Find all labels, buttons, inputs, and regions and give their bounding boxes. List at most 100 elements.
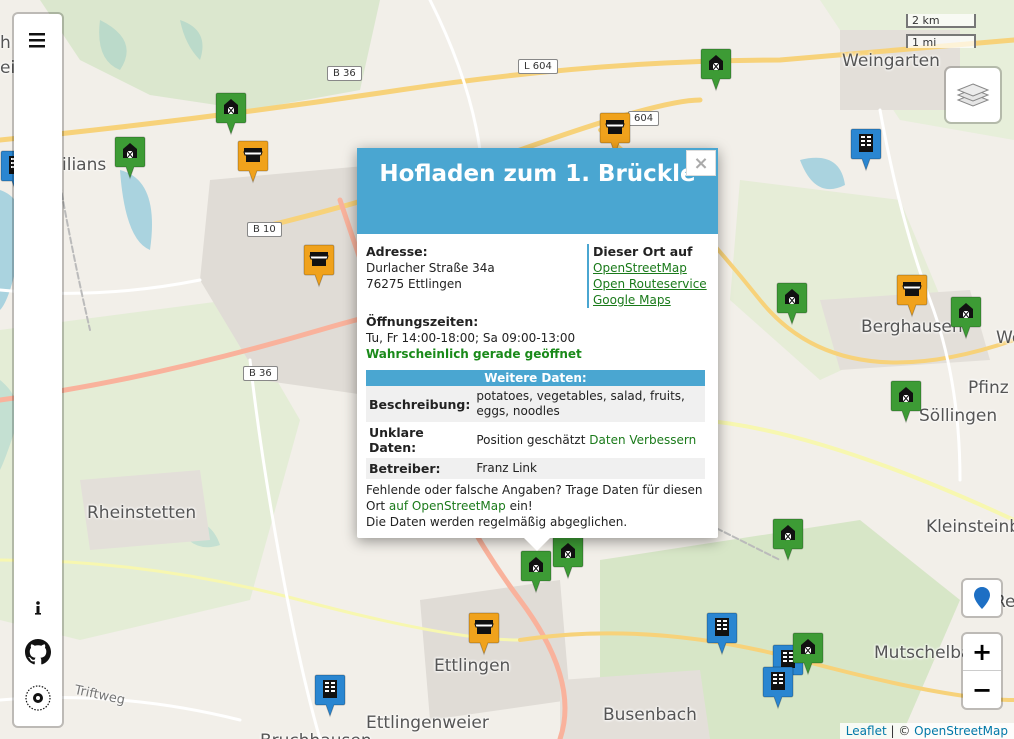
place-label: Rheinstetten <box>87 503 197 523</box>
row-value: Franz Link <box>473 458 705 479</box>
road-shield: 604 <box>628 111 660 126</box>
place-label: Busenbach <box>603 705 697 725</box>
hours-value: Tu, Fr 14:00-18:00; Sa 09:00-13:00 <box>366 331 576 345</box>
farm-icon <box>772 518 804 562</box>
osm-attribution-link[interactable]: OpenStreetMap <box>914 724 1008 738</box>
locate-button[interactable] <box>963 580 1001 616</box>
place-label: Kleinsteinb <box>926 517 1014 537</box>
farm-marker[interactable] <box>552 536 584 580</box>
external-links: Dieser Ort auf OpenStreetMap Open Routes… <box>587 244 707 308</box>
popup-close-button[interactable]: × <box>686 150 716 176</box>
opening-hours: Öffnungszeiten: Tu, Fr 14:00-18:00; Sa 0… <box>366 314 706 362</box>
road-shield: B 10 <box>247 222 282 237</box>
place-label: ilians <box>62 155 107 175</box>
info-icon <box>35 601 41 615</box>
layers-icon <box>956 83 990 107</box>
row-value: potatoes, vegetables, salad, fruits, egg… <box>473 386 705 422</box>
improve-data-link[interactable]: Daten Verbessern <box>589 433 696 447</box>
farm-marker[interactable] <box>700 48 732 92</box>
openrouteservice-link[interactable]: Open Routeservice <box>593 276 707 292</box>
popup-tip <box>523 537 551 551</box>
footer-osm-link[interactable]: auf OpenStreetMap <box>389 499 506 513</box>
scale-bar: 2 km 1 mi <box>906 14 998 54</box>
place-label: Mutschelba <box>874 643 972 663</box>
address-block: Adresse: Durlacher Straße 34a 76275 Ettl… <box>366 244 584 292</box>
farm-marker[interactable] <box>215 92 247 136</box>
popup-title: Hofladen zum 1. Brückle <box>357 148 718 234</box>
road-shield: B 36 <box>327 66 362 81</box>
details-caption: Weitere Daten: <box>366 370 705 386</box>
address-street: Durlacher Straße 34a <box>366 261 495 275</box>
row-value-text: Position geschätzt <box>476 432 586 447</box>
scale-mi: 1 mi <box>906 34 976 49</box>
leaflet-link[interactable]: Leaflet <box>846 724 887 738</box>
shop-icon <box>237 140 269 184</box>
row-key: Betreiber: <box>366 458 474 479</box>
shop-marker[interactable] <box>896 274 928 318</box>
info-button[interactable] <box>14 590 62 626</box>
details-table: Weitere Daten: Beschreibung: potatoes, v… <box>366 370 705 479</box>
row-key-text: Unklare Daten: <box>369 425 424 455</box>
table-row: Betreiber: Franz Link <box>366 458 705 479</box>
zoom-out-button[interactable]: − <box>963 671 1001 708</box>
farm-marker[interactable] <box>890 380 922 424</box>
farm-icon <box>700 48 732 92</box>
row-key: Unklare Daten: <box>366 422 473 458</box>
row-value: Position geschätzt Daten Verbessern <box>473 422 705 458</box>
attribution: Leaflet | © OpenStreetMap <box>839 723 1014 739</box>
vending-icon <box>762 666 794 710</box>
menu-button[interactable] <box>14 22 62 58</box>
farm-marker[interactable] <box>792 632 824 676</box>
farm-marker[interactable] <box>950 296 982 340</box>
zoom-control: + − <box>963 634 1001 708</box>
place-label: Ettlingenweier <box>366 713 489 733</box>
place-label: Ettlingen <box>434 656 511 676</box>
address-city: 76275 Ettlingen <box>366 277 462 291</box>
open-status: Wahrscheinlich gerade geöffnet <box>366 347 582 361</box>
hamburger-icon <box>29 33 45 48</box>
place-popup: Hofladen zum 1. Brückle × Adresse: Durla… <box>357 148 718 551</box>
farm-marker[interactable] <box>114 136 146 180</box>
vending-marker[interactable] <box>850 128 882 172</box>
zoom-in-button[interactable]: + <box>963 634 1001 671</box>
vending-icon <box>314 674 346 718</box>
farm-marker[interactable] <box>776 282 808 326</box>
sidebar <box>14 14 62 726</box>
farm-marker[interactable] <box>772 518 804 562</box>
row-key: Beschreibung: <box>366 386 474 422</box>
shop-marker[interactable] <box>468 612 500 656</box>
farm-marker[interactable] <box>520 550 552 594</box>
place-label: Söllingen <box>919 406 998 426</box>
place-label: Pfinz <box>968 378 1009 398</box>
place-label: Weingarten <box>842 51 940 71</box>
github-button[interactable] <box>14 634 62 670</box>
table-row: Beschreibung: potatoes, vegetables, sala… <box>366 386 705 422</box>
farm-icon <box>950 296 982 340</box>
vending-marker[interactable] <box>706 612 738 656</box>
shop-marker[interactable] <box>303 244 335 288</box>
address-label: Adresse: <box>366 244 428 259</box>
footer-text-end: ein! <box>509 499 533 513</box>
road-shield: B 36 <box>243 366 278 381</box>
shop-marker[interactable] <box>237 140 269 184</box>
shop-icon <box>468 612 500 656</box>
farm-icon <box>114 136 146 180</box>
layers-button[interactable] <box>946 68 1000 122</box>
attribution-sep: | © <box>886 724 915 738</box>
place-label: Berghausen <box>861 317 963 337</box>
logo-button[interactable] <box>14 680 62 716</box>
farm-icon <box>552 536 584 580</box>
farm-icon <box>776 282 808 326</box>
footer-sync-note: Die Daten werden regelmäßig abgeglichen. <box>366 515 628 529</box>
farm-icon <box>215 92 247 136</box>
vending-marker[interactable] <box>314 674 346 718</box>
google-maps-link[interactable]: Google Maps <box>593 292 707 308</box>
vending-marker[interactable] <box>762 666 794 710</box>
hours-label: Öffnungszeiten: <box>366 314 479 329</box>
farm-icon <box>520 550 552 594</box>
map-pin-icon <box>974 587 990 609</box>
logo-icon <box>25 685 51 711</box>
openstreetmap-link[interactable]: OpenStreetMap <box>593 260 707 276</box>
place-label: We <box>996 328 1014 348</box>
table-row: Unklare Daten: Position geschätzt Daten … <box>366 422 705 458</box>
